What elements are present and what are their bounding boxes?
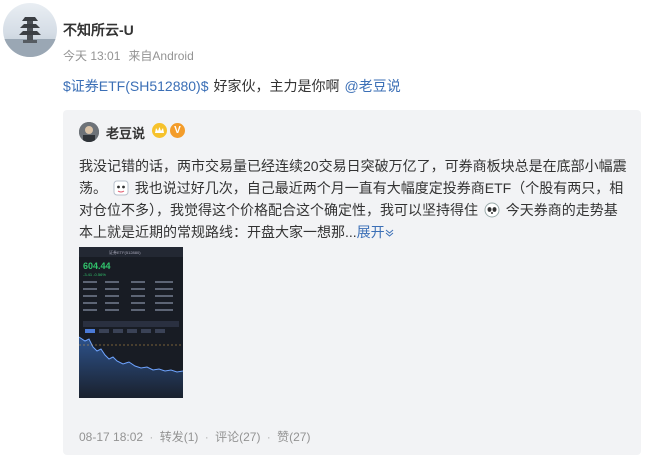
repost-footer: 08-17 18:02 · 转发(1) · 评论(27) · 赞(27) — [79, 430, 311, 444]
stock-tag-link[interactable]: $证券ETF(SH512880)$ — [63, 78, 209, 94]
thumbnail-title: 证券ETF(512880) — [109, 250, 141, 255]
person-avatar-icon — [79, 122, 99, 142]
comment-label: 评论(27) — [215, 430, 261, 444]
source-prefix: 来自 — [128, 49, 153, 63]
repost-date[interactable]: 08-17 18:02 — [79, 430, 143, 444]
repost-button[interactable]: 转发(1) — [160, 430, 202, 444]
thumbnail-change: -3.41 -0.56% — [83, 272, 106, 277]
post-content: $证券ETF(SH512880)$ 好家伙，主力是你啊 @老豆说 — [63, 76, 401, 96]
user-avatar[interactable] — [3, 3, 57, 57]
thumbnail-price: 604.44 — [83, 261, 111, 271]
mention-link[interactable]: @老豆说 — [345, 78, 401, 94]
like-label: 赞(27) — [277, 430, 311, 444]
repost-author-name[interactable]: 老豆说 — [106, 123, 145, 142]
expand-link[interactable]: 展开 — [357, 224, 394, 240]
expand-label: 展开 — [356, 224, 385, 240]
crown-badge-icon — [152, 123, 167, 138]
thumbnail-tabs — [83, 321, 179, 333]
repost-card[interactable]: 老豆说 V 我没记错的话，两市交易量已经连续20交易日突破万亿了，可券商板块总是… — [63, 110, 641, 455]
like-button[interactable]: 赞(27) — [277, 430, 310, 444]
post-message: 好家伙，主力是你啊 — [213, 78, 340, 94]
comment-button[interactable]: 评论(27) — [215, 430, 264, 444]
repost-author-avatar[interactable] — [79, 122, 99, 142]
repost-body: 我没记错的话，两市交易量已经连续20交易日突破万亿了，可券商板块总是在底部小幅震… — [79, 155, 631, 243]
thumbnail-line-chart — [79, 336, 183, 398]
thumbnail-data-table — [83, 281, 173, 311]
chevron-down-icon — [385, 229, 393, 237]
repost-label: 转发(1) — [159, 430, 199, 444]
verified-v-icon: V — [170, 123, 185, 138]
post-time[interactable]: 今天 13:01 — [63, 49, 120, 63]
stock-chart-thumbnail[interactable]: 证券ETF(512880) 604.44 -3.41 -0.56% — [79, 247, 183, 398]
post-meta: 今天 13:01 来自Android — [63, 47, 194, 64]
panda-emoji-icon — [484, 202, 500, 218]
post-source: Android — [152, 49, 194, 63]
pagoda-avatar-image — [3, 17, 57, 57]
face-emoji-icon — [113, 180, 129, 196]
post-author-name[interactable]: 不知所云-U — [63, 20, 134, 40]
